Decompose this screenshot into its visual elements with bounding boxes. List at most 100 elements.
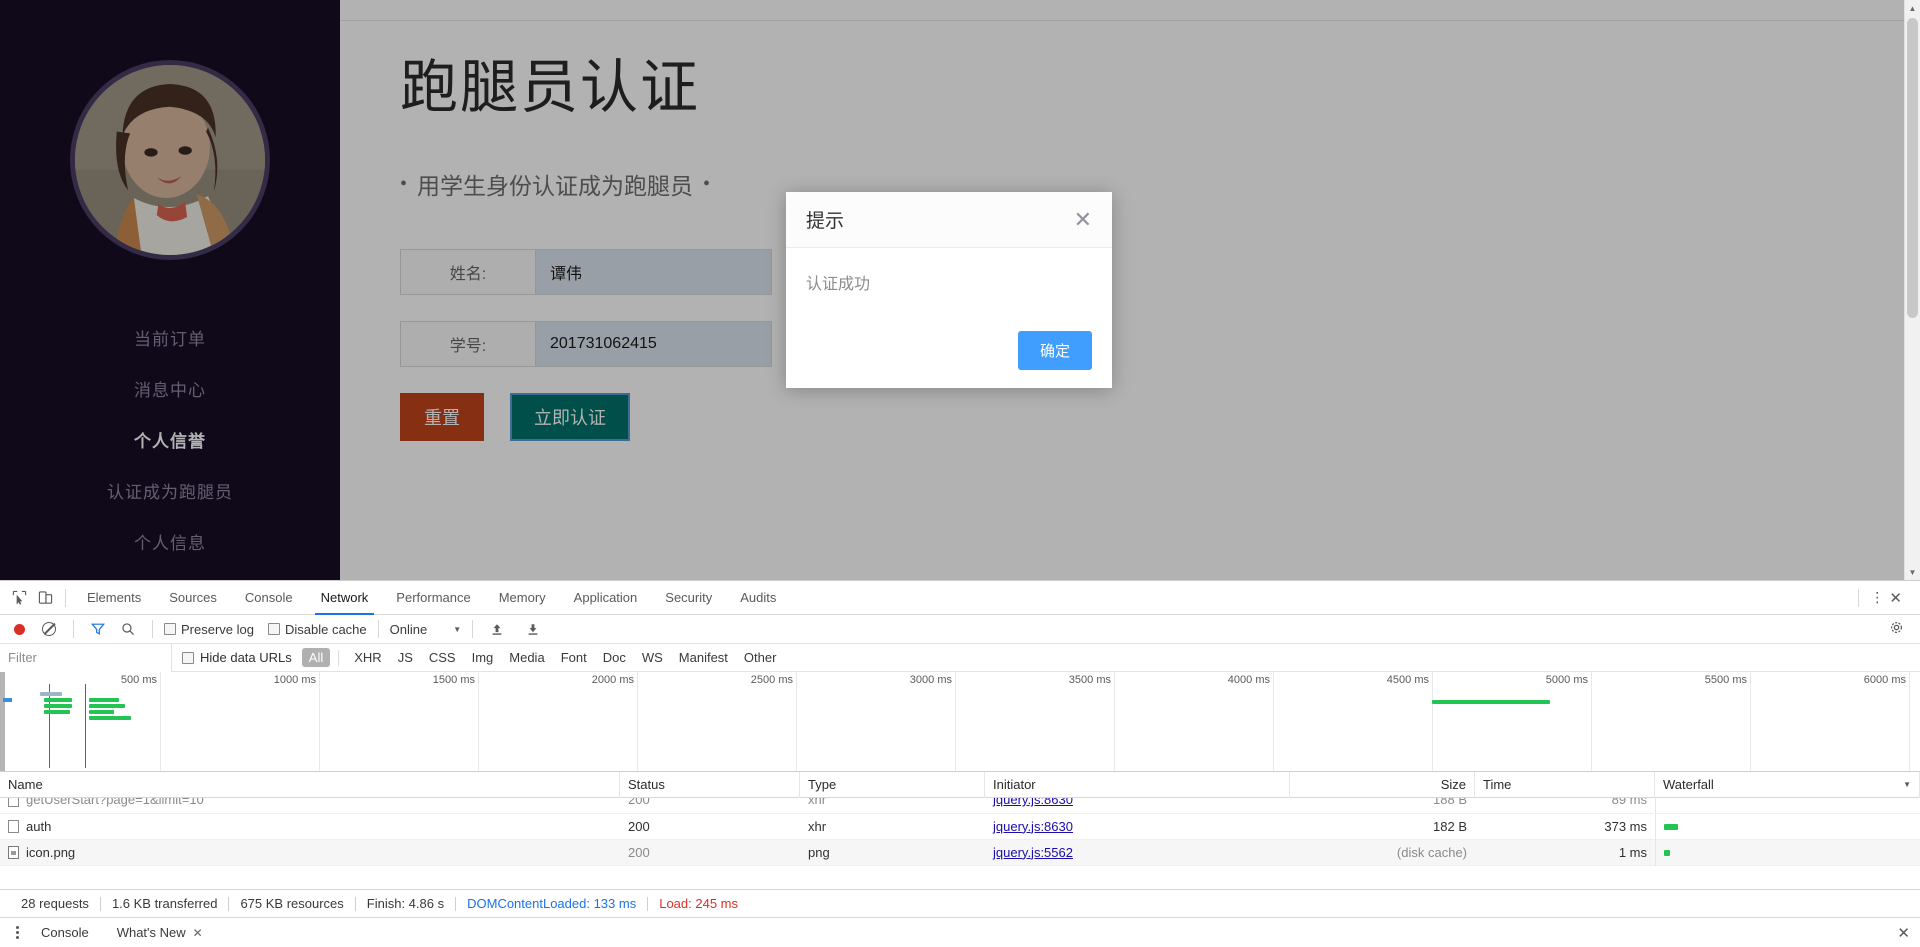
filter-chip-media[interactable]: Media [502, 648, 551, 667]
tab-network[interactable]: Network [307, 581, 383, 615]
submit-auth-button[interactable]: 立即认证 [510, 392, 630, 441]
overview-bar [89, 704, 125, 708]
initiator-link[interactable]: jquery.js:5562 [993, 845, 1073, 860]
request-name: getUserStart?page=1&limit=10 [26, 798, 204, 807]
toolbar-divider-4 [472, 620, 474, 638]
tab-audits[interactable]: Audits [726, 581, 790, 615]
tab-application[interactable]: Application [560, 581, 652, 615]
student-id-input[interactable] [536, 321, 771, 366]
scroll-down-icon[interactable]: ▼ [1905, 564, 1920, 580]
clear-icon [42, 622, 56, 636]
reset-button[interactable]: 重置 [400, 392, 484, 441]
disable-cache-checkbox[interactable]: Disable cache [267, 621, 367, 637]
cursor-box-icon [12, 590, 26, 605]
dialog-header: 提示 ✕ [786, 192, 1112, 248]
row-type: xhr [808, 798, 827, 807]
search-button[interactable] [115, 616, 141, 642]
network-overview[interactable]: 500 ms 1000 ms 1500 ms 2000 ms 2500 ms 3… [0, 672, 1920, 772]
close-devtools-icon[interactable]: ✕ [1889, 589, 1912, 607]
chevron-down-icon[interactable]: ▼ [1903, 772, 1911, 798]
network-toolbar: Preserve log Disable cache Online ▼ [0, 615, 1920, 644]
table-row[interactable]: auth 200 xhr jquery.js:8630 182 B 373 ms [0, 813, 1920, 840]
tick-label: 500 ms [120, 674, 157, 686]
tab-console[interactable]: Console [231, 581, 307, 615]
filter-chip-doc[interactable]: Doc [596, 648, 633, 667]
name-input[interactable] [536, 249, 771, 294]
scrollbar-thumb[interactable] [1907, 18, 1918, 318]
more-options-icon[interactable]: ⋮ [1870, 589, 1885, 606]
column-header-initiator[interactable]: Initiator [985, 772, 1290, 798]
settings-button[interactable] [1889, 620, 1914, 638]
disable-cache-label: Disable cache [284, 621, 367, 637]
filter-chip-all[interactable]: All [301, 648, 331, 667]
device-toolbar-icon[interactable] [32, 585, 58, 611]
close-drawer-icon[interactable]: ✕ [1897, 924, 1920, 942]
initiator-link[interactable]: jquery.js:8630 [993, 819, 1073, 834]
filter-chip-font[interactable]: Font [554, 648, 594, 667]
initiator-link[interactable]: jquery.js:8630 [993, 798, 1073, 807]
sidebar-item-message-center[interactable]: 消息中心 [0, 363, 340, 414]
column-header-name[interactable]: Name [0, 772, 620, 798]
row-status: 200 [628, 844, 650, 860]
column-header-waterfall[interactable]: Waterfall ▼ [1655, 772, 1920, 798]
filter-chip-ws[interactable]: WS [635, 648, 670, 667]
dom-content-loaded-marker [49, 684, 50, 768]
overview-grabber[interactable] [0, 672, 5, 771]
filter-chip-css[interactable]: CSS [422, 648, 463, 667]
request-name: auth [26, 818, 52, 834]
drawer-tab-whats-new[interactable]: What's New ✕ [105, 925, 215, 940]
close-tab-icon[interactable]: ✕ [193, 926, 203, 940]
column-header-time[interactable]: Time [1475, 772, 1655, 798]
clear-button[interactable] [36, 616, 62, 642]
table-row[interactable]: getUserStart?page=1&limit=10 200 xhr jqu… [0, 798, 1920, 814]
table-row[interactable]: icon.png 200 png jquery.js:5562 (disk ca… [0, 839, 1920, 866]
filter-chip-other[interactable]: Other [737, 648, 784, 667]
tab-security[interactable]: Security [651, 581, 726, 615]
filter-chip-js[interactable]: JS [391, 648, 420, 667]
download-icon [528, 624, 538, 635]
scroll-up-icon[interactable]: ▲ [1905, 0, 1920, 16]
tab-sources[interactable]: Sources [155, 581, 231, 615]
hide-data-urls-checkbox[interactable]: Hide data URLs [172, 650, 302, 665]
drawer-tab-console[interactable]: Console [29, 925, 101, 940]
preserve-log-label: Preserve log [181, 621, 254, 637]
sidebar-nav: 当前订单 消息中心 个人信誉 认证成为跑腿员 个人信息 [0, 312, 340, 567]
overview-bar [1432, 700, 1550, 704]
preserve-log-checkbox[interactable]: Preserve log [164, 622, 254, 637]
tab-memory[interactable]: Memory [485, 581, 560, 615]
tab-performance[interactable]: Performance [382, 581, 484, 615]
overview-bar [40, 692, 62, 696]
inspect-element-icon[interactable] [6, 585, 32, 611]
export-har-button[interactable] [520, 616, 546, 642]
tick-label: 1000 ms [273, 674, 316, 686]
close-icon[interactable]: ✕ [1074, 208, 1092, 231]
filter-chip-img[interactable]: Img [465, 648, 501, 667]
filter-chip-xhr[interactable]: XHR [347, 648, 388, 667]
column-header-status[interactable]: Status [620, 772, 800, 798]
drawer-menu-icon[interactable] [10, 926, 25, 939]
sidebar-item-become-runner[interactable]: 认证成为跑腿员 [0, 465, 340, 516]
filter-chip-manifest[interactable]: Manifest [672, 648, 735, 667]
page-scrollbar[interactable]: ▲ ▼ [1904, 0, 1920, 580]
filter-input[interactable] [0, 643, 172, 672]
tick-label: 5500 ms [1704, 674, 1747, 686]
filter-toggle-button[interactable] [85, 616, 111, 642]
confirm-button[interactable]: 确定 [1017, 331, 1092, 370]
form-row-name: 姓名: [400, 248, 772, 295]
bullet-icon: • [400, 172, 408, 195]
waterfall-label: Waterfall [1663, 776, 1714, 792]
overview-bar [44, 698, 72, 702]
sidebar-item-personal-credit[interactable]: 个人信誉 [0, 414, 340, 465]
column-header-size[interactable]: Size [1290, 772, 1475, 798]
actions-divider [1858, 588, 1860, 607]
import-har-button[interactable] [484, 616, 510, 642]
summary-dom-content-loaded: DOMContentLoaded: 133 ms [467, 896, 637, 911]
throttling-select[interactable]: Online ▼ [390, 622, 462, 637]
tab-elements[interactable]: Elements [73, 581, 155, 615]
sidebar-item-personal-info[interactable]: 个人信息 [0, 516, 340, 567]
row-size: (disk cache) [1396, 844, 1467, 860]
record-button[interactable] [6, 616, 32, 642]
row-name: icon.png [0, 840, 620, 866]
sidebar-item-current-orders[interactable]: 当前订单 [0, 312, 340, 363]
column-header-type[interactable]: Type [800, 772, 985, 798]
